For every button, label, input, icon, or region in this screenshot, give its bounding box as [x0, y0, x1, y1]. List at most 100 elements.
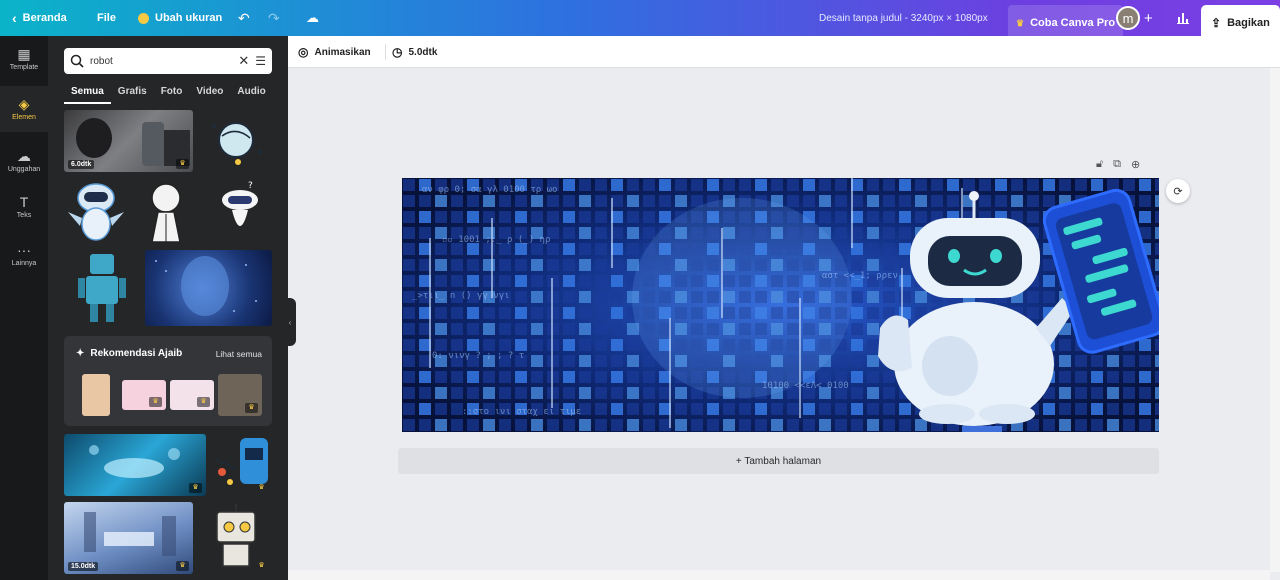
chevron-left-icon: ‹: [12, 10, 17, 26]
graphic-thumbnail[interactable]: [200, 112, 272, 174]
humanoid-robot-graphic: [151, 183, 181, 243]
globe-robot-graphic: [212, 122, 262, 165]
rail-item-elements[interactable]: ◈ Elemen: [0, 86, 48, 132]
crown-icon: ♛: [1016, 17, 1025, 28]
teal-robot-graphic: [78, 254, 126, 322]
resize-button[interactable]: Ubah ukuran: [138, 0, 222, 36]
clock-icon: ◷: [392, 45, 403, 59]
rail-item-uploads[interactable]: ☁ Unggahan: [0, 138, 48, 184]
tab-photos[interactable]: Foto: [154, 84, 190, 104]
crown-icon: ♛: [149, 397, 162, 407]
filter-tabs: Semua Grafis Foto Video Audio: [64, 84, 284, 106]
top-bar: ‹ Beranda File Ubah ukuran ↶ ↷ ☁ Desain …: [0, 0, 1280, 41]
graphic-thumbnail[interactable]: ?: [208, 178, 272, 244]
page-tools: 🔓︎ ⧉ ⊕: [1096, 158, 1140, 171]
duplicate-icon[interactable]: ⧉: [1113, 158, 1121, 171]
text-icon: T: [19, 194, 29, 210]
close-icon[interactable]: ✕: [238, 53, 249, 69]
duration-label: 5.0dtk: [408, 46, 438, 58]
see-all-link[interactable]: Lihat semua: [216, 349, 262, 359]
svg-text:::στο ινι σταχ ει τιμε: ::στο ινι σταχ ει τιμε: [462, 407, 581, 417]
svg-text:0: νινγ ? ; ; ? τ: 0: νινγ ? ; ; ? τ: [432, 351, 524, 361]
reco-thumbnail[interactable]: [82, 374, 110, 416]
add-collaborator-button[interactable]: +: [1144, 0, 1153, 36]
video-thumbnail[interactable]: 15.0dtk ♛: [64, 502, 193, 574]
crown-icon: [138, 12, 149, 24]
lock-icon[interactable]: 🔓︎: [1096, 158, 1103, 171]
rail-item-text[interactable]: T Teks: [0, 184, 48, 230]
plus-icon: +: [1144, 9, 1153, 27]
avatar-button[interactable]: m: [1116, 6, 1140, 30]
tab-videos[interactable]: Video: [189, 84, 230, 104]
rail-label: Teks: [16, 212, 32, 219]
search-input[interactable]: robot: [90, 56, 232, 67]
collapse-panel-button[interactable]: ‹: [284, 298, 296, 346]
horizontal-scrollbar[interactable]: [288, 570, 1270, 580]
layout-icon: ▦: [17, 46, 31, 62]
cloud-save-button[interactable]: ☁: [306, 0, 319, 36]
tab-audio[interactable]: Audio: [230, 84, 272, 104]
graphic-thumbnail[interactable]: [64, 178, 128, 244]
filter-icon[interactable]: ☰: [255, 54, 266, 68]
duration-button[interactable]: ◷ 5.0dtk: [392, 36, 437, 68]
reco-header: ✦ Rekomendasi Ajaib: [76, 348, 182, 359]
elements-panel: robot ✕ ☰ Semua Grafis Foto Video Audio …: [48, 36, 288, 580]
file-label: File: [97, 12, 116, 24]
undo-button[interactable]: ↶: [238, 0, 250, 36]
toolbar-divider: [385, 44, 386, 60]
reco-thumbnail[interactable]: ♛: [170, 380, 214, 410]
add-page-icon[interactable]: ⊕: [1131, 158, 1140, 171]
add-page-button[interactable]: + Tambah halaman: [398, 448, 1159, 474]
reco-thumbnail[interactable]: ♛: [122, 380, 166, 410]
rail-label: Elemen: [12, 114, 36, 121]
sparkle-icon: ✦: [76, 348, 85, 359]
insights-button[interactable]: [1176, 0, 1190, 36]
cute-robot-graphic: [68, 183, 124, 241]
photo-thumbnail[interactable]: [145, 250, 272, 326]
avatar: m: [1116, 6, 1140, 30]
graphic-thumbnail[interactable]: [64, 248, 140, 326]
pro-label: Coba Canva Pro: [1030, 17, 1116, 29]
scrollbar-thumb[interactable]: [1272, 78, 1278, 558]
crown-icon: ♛: [176, 159, 189, 169]
video-thumbnail[interactable]: 6.0dtk ♛: [64, 110, 193, 172]
file-menu-button[interactable]: File: [97, 0, 116, 36]
crown-icon: ♛: [258, 562, 265, 569]
svg-text:?: ?: [248, 181, 253, 191]
more-icon: ···: [17, 242, 31, 258]
crown-icon: ♛: [189, 483, 202, 493]
vertical-scrollbar[interactable]: [1270, 68, 1280, 572]
document-title[interactable]: Desain tanpa judul - 3240px × 1080px: [819, 0, 988, 36]
bar-chart-icon: [1177, 13, 1189, 24]
reco-thumbnail[interactable]: ♛: [218, 374, 262, 416]
search-box[interactable]: robot ✕ ☰: [64, 48, 272, 74]
svg-text:αν φρ 0; σα γλ 0100 τρ ω: αν φρ 0; σα γλ 0100 τρ ωο: [422, 185, 557, 195]
rail-item-more[interactable]: ··· Lainnya: [0, 232, 48, 278]
crown-icon: ♛: [197, 397, 210, 407]
crown-icon: ♛: [176, 561, 189, 571]
rail-label: Lainnya: [11, 260, 37, 267]
rail-label: Unggahan: [7, 166, 41, 173]
graphic-thumbnail[interactable]: [134, 178, 198, 244]
share-label: Bagikan: [1227, 17, 1270, 29]
tab-graphics[interactable]: Grafis: [111, 84, 154, 104]
rail-label: Template: [9, 64, 39, 71]
reco-title: Rekomendasi Ajaib: [90, 348, 183, 359]
svg-text:10100 <<εΛ< 0100: 10100 <<εΛ< 0100: [762, 381, 849, 391]
resize-label: Ubah ukuran: [155, 12, 223, 24]
home-button[interactable]: ‹ Beranda: [12, 0, 67, 36]
robot-matrix-design: αν φρ 0; σα γλ 0100 τρ ωο ▫▫ 1001 ;:_ ρ …: [402, 178, 1159, 432]
tab-all[interactable]: Semua: [64, 84, 111, 104]
graphic-thumbnail[interactable]: ♛: [203, 502, 272, 574]
shapes-icon: ◈: [18, 96, 30, 112]
photo-thumbnail[interactable]: ♛: [64, 434, 206, 496]
graphic-thumbnail[interactable]: ♛: [210, 434, 272, 496]
chevron-left-icon: ‹: [288, 317, 292, 327]
rail-item-template[interactable]: ▦ Template: [0, 36, 48, 82]
animate-button[interactable]: ◎ Animasikan: [298, 36, 371, 68]
redo-button[interactable]: ↷: [268, 0, 280, 36]
digital-face-image: [155, 256, 257, 316]
design-canvas[interactable]: αν φρ 0; σα γλ 0100 τρ ωο ▫▫ 1001 ;:_ ρ …: [402, 178, 1159, 432]
regenerate-button[interactable]: ⟳: [1166, 179, 1190, 203]
robot-arm-image: [89, 445, 180, 478]
